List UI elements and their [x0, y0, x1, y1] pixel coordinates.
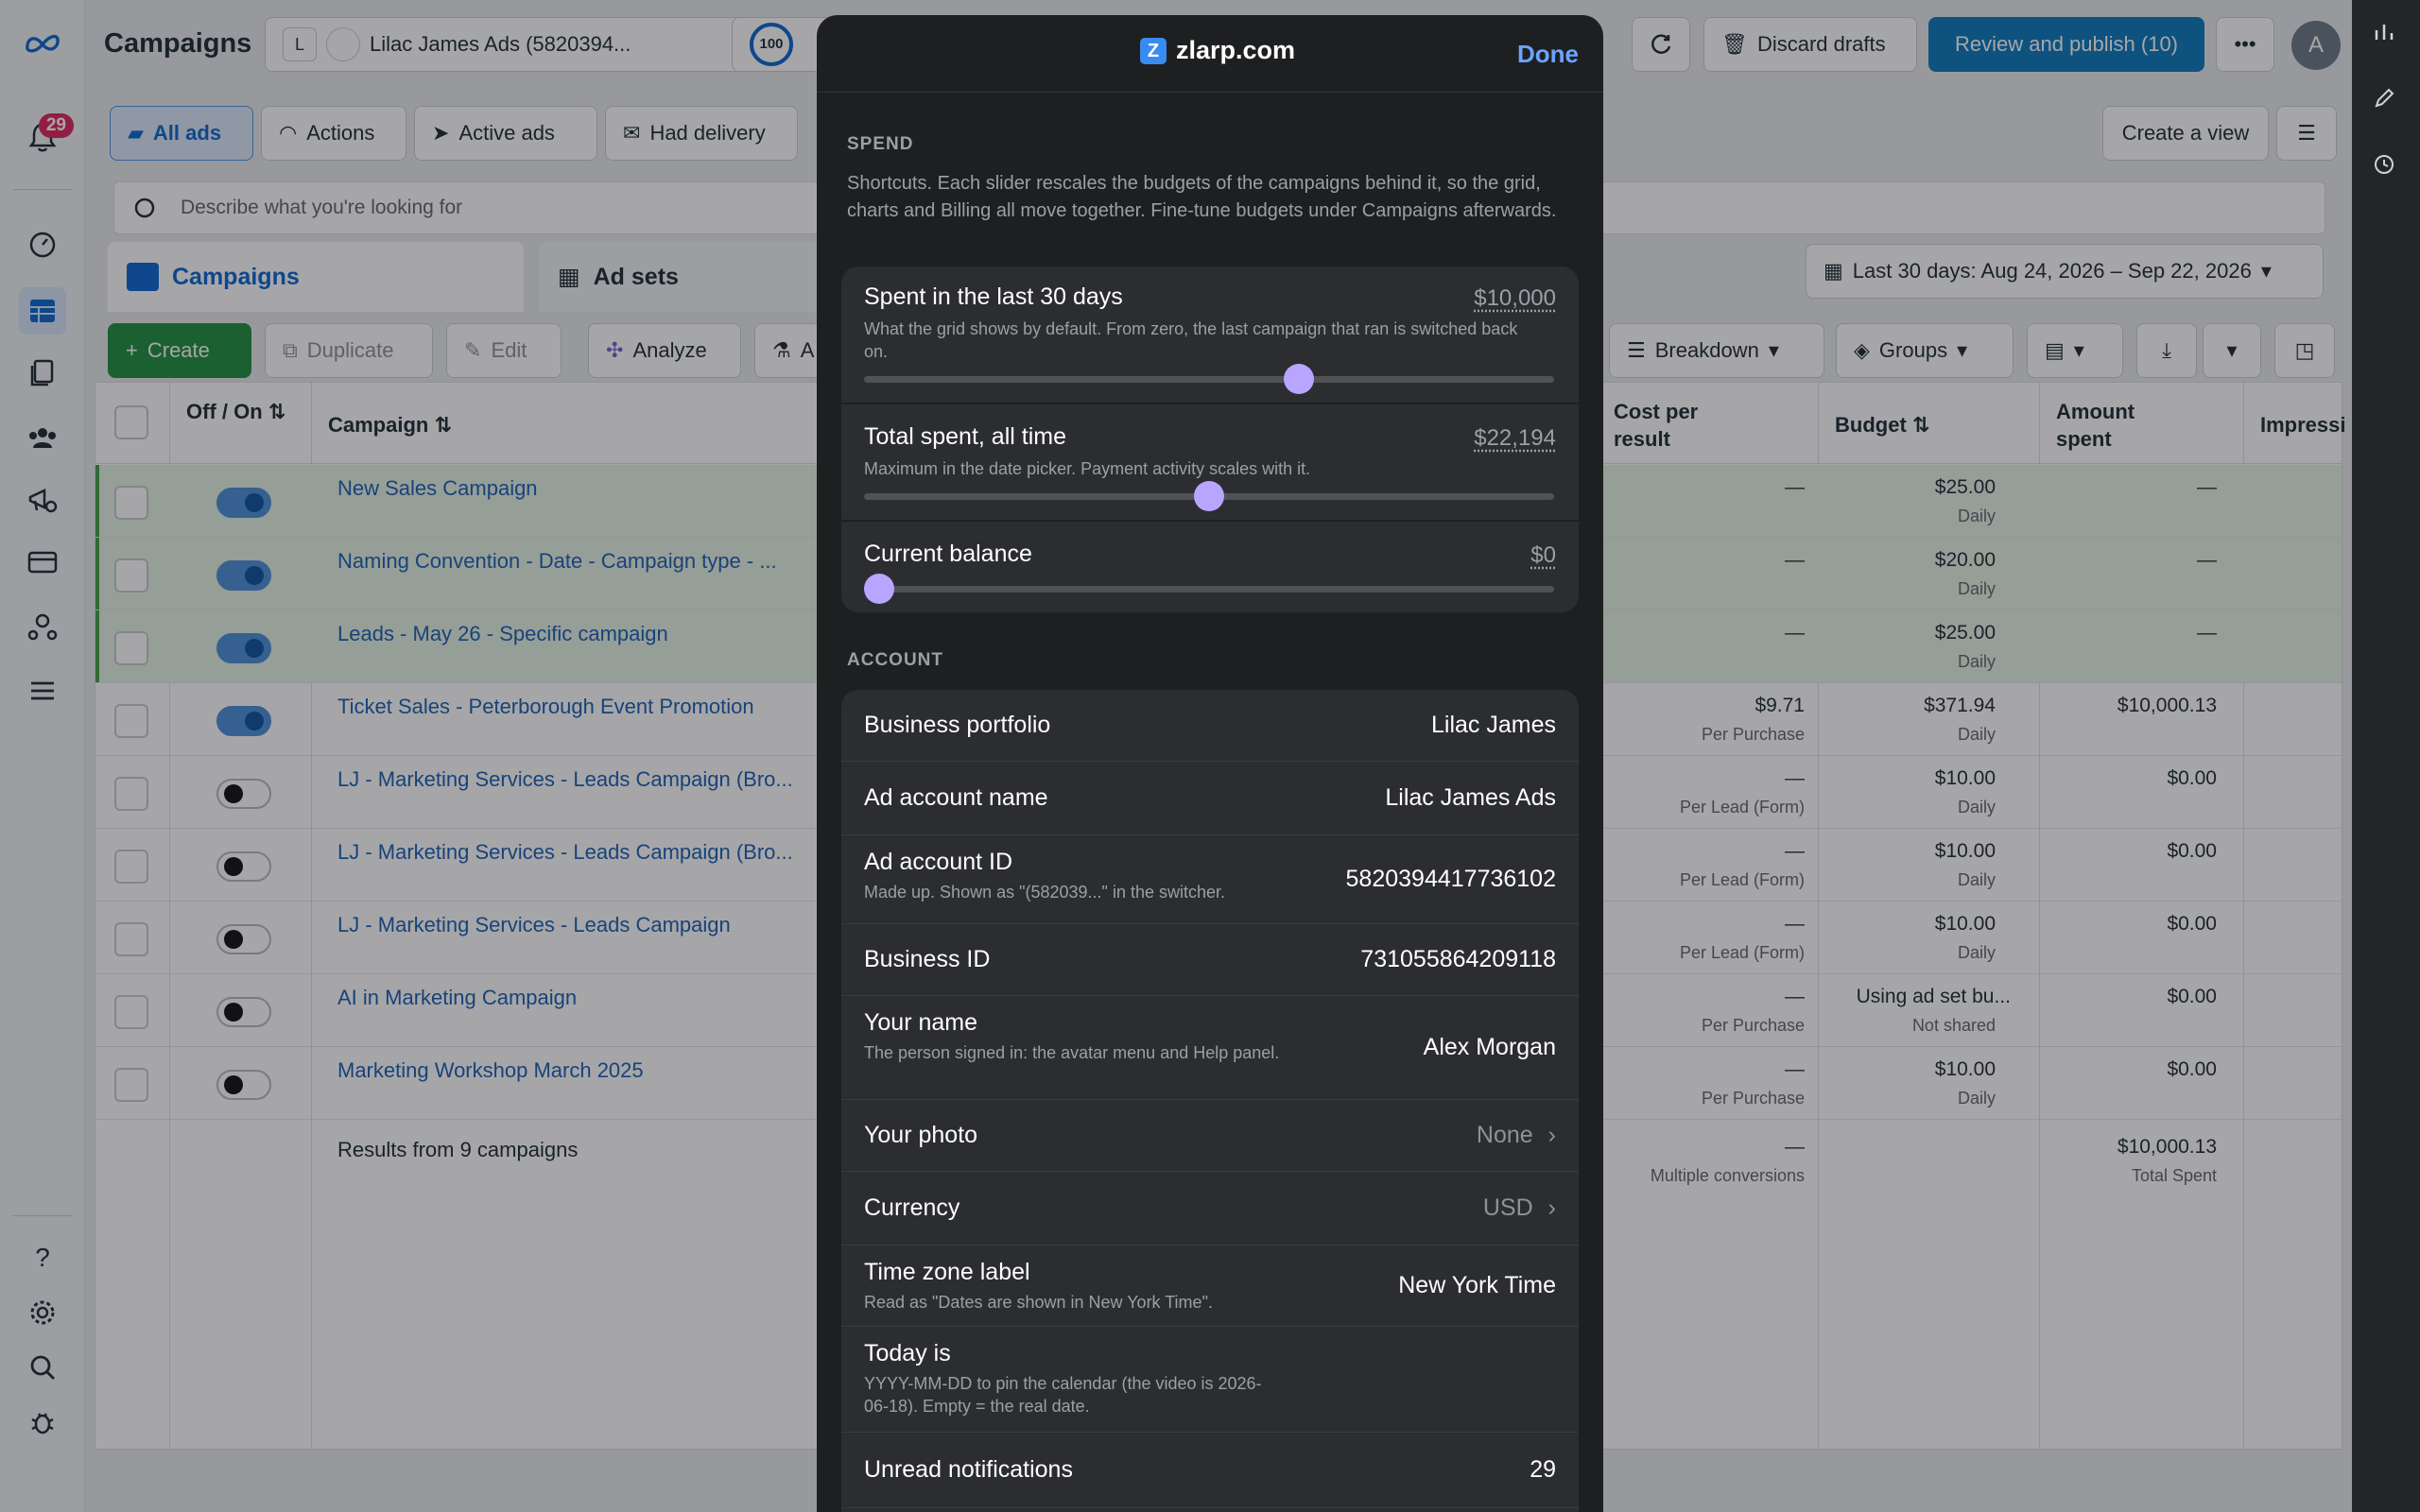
account-row-value: None ›	[1477, 1122, 1556, 1149]
account-row-value-text: 731055864209118	[1360, 946, 1556, 972]
spend-description: Shortcuts. Each slider rescales the budg…	[847, 173, 1557, 221]
chevron-right-icon: ›	[1547, 1194, 1556, 1221]
slider-value[interactable]: $10,000	[1474, 285, 1556, 312]
account-row[interactable]: Time zone label Read as "Dates are shown …	[841, 1246, 1579, 1327]
account-row[interactable]: Currency USD ›	[841, 1172, 1579, 1246]
account-row-label: Business portfolio	[864, 712, 1051, 738]
site-label: Z zlarp.com	[1140, 36, 1295, 65]
slider-label: Total spent, all time	[864, 423, 1066, 450]
account-row-value-text: 29	[1530, 1456, 1556, 1483]
account-row-label: Ad account name	[864, 784, 1048, 811]
settings-sheet: Z zlarp.com Done SPEND Shortcuts. Each s…	[817, 15, 1603, 1512]
site-name: zlarp.com	[1176, 36, 1296, 64]
account-row-description: Made up. Shown as "(582039..." in the sw…	[864, 883, 1225, 902]
account-card: Business portfolio Lilac James Ad account …	[841, 690, 1579, 1512]
account-row-description: Read as "Dates are shown in New York Tim…	[864, 1293, 1213, 1312]
spend-card: Spent in the last 30 days $10,000 What the…	[841, 266, 1579, 612]
right-rail	[2352, 0, 2420, 1512]
slider-description: What the grid shows by default. From zer…	[864, 319, 1518, 361]
slider-label: Spent in the last 30 days	[864, 284, 1123, 310]
account-row-value-text: Lilac James	[1431, 712, 1556, 738]
slider-thumb[interactable]	[1194, 481, 1224, 511]
sheet-header: Z zlarp.com Done	[817, 15, 1603, 93]
spend-slider-row: Spent in the last 30 days $10,000 What the…	[841, 266, 1579, 403]
slider-track[interactable]	[864, 481, 1554, 511]
account-row-value-text: Alex Morgan	[1423, 1034, 1556, 1060]
account-row-value: New York Time	[1398, 1272, 1556, 1299]
account-row-value-text: New York Time	[1398, 1272, 1556, 1298]
history-clock-icon[interactable]	[2373, 153, 2401, 181]
bar-chart-icon[interactable]	[2373, 21, 2401, 49]
account-row-label: Time zone label	[864, 1259, 1030, 1285]
slider-track[interactable]	[864, 574, 1554, 604]
account-row-label: Unread notifications	[864, 1456, 1073, 1483]
account-row[interactable]: Business ID 731055864209118	[841, 924, 1579, 996]
account-row-label: Business ID	[864, 946, 991, 972]
account-row-label: Your photo	[864, 1122, 978, 1148]
chevron-right-icon: ›	[1547, 1122, 1556, 1148]
account-row-value-text: None	[1476, 1122, 1533, 1148]
spend-section-title: SPEND	[847, 134, 914, 154]
slider-description: Maximum in the date picker. Payment acti…	[864, 459, 1311, 478]
slider-value[interactable]: $0	[1530, 542, 1556, 569]
account-row-label: Your name	[864, 1009, 977, 1036]
slider-value[interactable]: $22,194	[1474, 425, 1556, 452]
account-row[interactable]: Today is YYYY-MM-DD to pin the calendar (…	[841, 1327, 1579, 1433]
account-row-label: Currency	[864, 1194, 960, 1221]
account-section-title: ACCOUNT	[847, 650, 943, 670]
account-row-value-text: Lilac James Ads	[1385, 784, 1556, 811]
slider-track[interactable]	[864, 364, 1554, 394]
account-row-value: Lilac James Ads	[1385, 784, 1556, 812]
account-row[interactable]: Your name The person signed in: the avata…	[841, 996, 1579, 1100]
spend-slider-row: Total spent, all time $22,194 Maximum in t…	[841, 404, 1579, 520]
account-row[interactable]: Business portfolio Lilac James	[841, 690, 1579, 762]
account-row[interactable]: Ad account name Lilac James Ads	[841, 762, 1579, 835]
account-row-value-text: 5820394417736102	[1345, 866, 1556, 892]
slider-thumb[interactable]	[864, 574, 894, 604]
account-row-description: The person signed in: the avatar menu an…	[864, 1043, 1280, 1062]
zlarp-logo-icon: Z	[1140, 37, 1167, 64]
account-row[interactable]: Ad account ID Made up. Shown as "(582039.…	[841, 835, 1579, 924]
account-row-value-text: USD	[1482, 1194, 1533, 1221]
account-row[interactable]: Unread notifications 29	[841, 1433, 1579, 1508]
slider-label: Current balance	[864, 541, 1032, 567]
account-row-value: Alex Morgan	[1424, 1034, 1556, 1061]
account-row-value: Lilac James	[1431, 712, 1556, 739]
account-row-value: 5820394417736102	[1346, 866, 1556, 893]
account-row-label: Ad account ID	[864, 849, 1013, 875]
account-row-label: Today is	[864, 1340, 951, 1366]
account-row-value: USD ›	[1483, 1194, 1556, 1222]
spend-slider-row: Current balance $0	[841, 522, 1579, 612]
account-row-description: YYYY-MM-DD to pin the calendar (the vide…	[864, 1374, 1262, 1416]
account-row-value: 29	[1530, 1456, 1556, 1484]
account-row[interactable]: Your photo None ›	[841, 1100, 1579, 1172]
done-button[interactable]: Done	[1517, 40, 1579, 69]
pencil-icon[interactable]	[2373, 87, 2401, 115]
slider-thumb[interactable]	[1284, 364, 1314, 394]
account-row-value: 731055864209118	[1360, 946, 1556, 973]
